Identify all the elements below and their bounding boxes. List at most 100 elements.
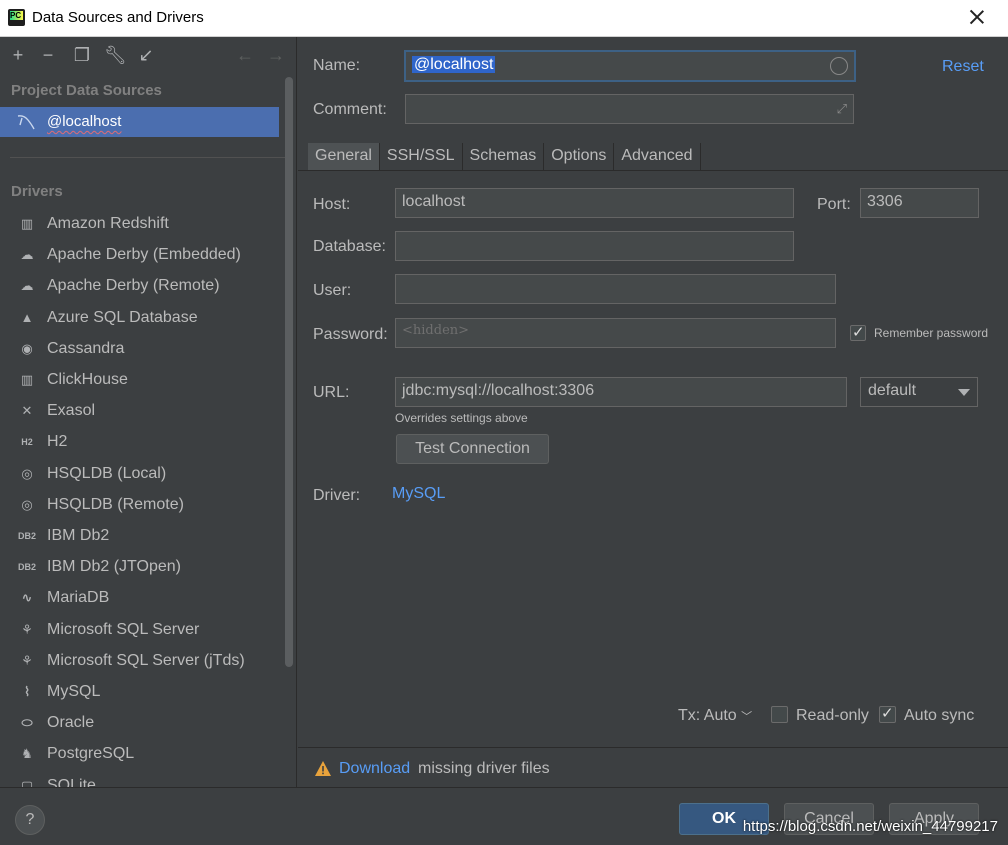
- close-icon[interactable]: [968, 8, 986, 26]
- oracle-icon: ⬭: [21, 715, 33, 731]
- url-mode-dropdown[interactable]: default: [860, 377, 978, 407]
- database-label: Database:: [313, 238, 386, 255]
- derby-icon: ☁: [20, 278, 34, 294]
- clear-circle-icon[interactable]: [830, 57, 848, 75]
- remove-icon[interactable]: −: [38, 45, 58, 65]
- password-field[interactable]: <hidden>: [395, 318, 836, 348]
- url-hint: Overrides settings above: [395, 411, 528, 425]
- driver-item[interactable]: ⚘ Microsoft SQL Server: [0, 615, 280, 645]
- readonly-label: Read-only: [796, 707, 869, 724]
- comment-label: Comment:: [313, 101, 387, 118]
- sqlite-icon: ▢: [20, 777, 34, 787]
- chevron-down-icon: ﹀: [741, 711, 753, 723]
- tx-label: Tx: Auto: [678, 707, 737, 724]
- driver-item[interactable]: ∿ MariaDB: [0, 583, 280, 613]
- host-field[interactable]: localhost: [395, 188, 794, 218]
- driver-item[interactable]: ☁ Apache Derby (Remote): [0, 271, 280, 301]
- help-button[interactable]: ?: [15, 805, 45, 835]
- navigate-icon[interactable]: ↙: [136, 45, 156, 65]
- port-field[interactable]: 3306: [860, 188, 979, 218]
- driver-item[interactable]: ◉ Cassandra: [0, 334, 280, 364]
- driver-item[interactable]: ⬭ Oracle: [0, 708, 280, 738]
- url-label: URL:: [313, 384, 350, 401]
- mssql-icon: ⚘: [21, 621, 33, 637]
- driver-label: ClickHouse: [47, 371, 128, 388]
- hsqldb-icon: ◎: [21, 496, 33, 512]
- driver-label: HSQLDB (Remote): [47, 495, 184, 513]
- cassandra-icon: ◉: [21, 340, 33, 356]
- reset-link[interactable]: Reset: [942, 58, 984, 76]
- expand-icon[interactable]: ⤢: [837, 101, 847, 117]
- url-field[interactable]: jdbc:mysql://localhost:3306: [395, 377, 847, 407]
- forward-arrow-icon[interactable]: →: [266, 45, 286, 65]
- derby-icon: ☁: [20, 247, 34, 263]
- chevron-down-icon: [958, 389, 970, 396]
- driver-label: Cassandra: [47, 339, 125, 357]
- driver-label: SQLite: [47, 776, 96, 787]
- driver-item[interactable]: ⚘ Microsoft SQL Server (jTds): [0, 646, 280, 676]
- duplicate-icon[interactable]: ❐: [72, 45, 92, 65]
- right-panel: Name: @localhost Reset Comment: ⤢ Genera…: [298, 37, 1008, 787]
- warning-text: missing driver files: [418, 760, 550, 777]
- tab-general[interactable]: General: [308, 143, 380, 170]
- tab-options[interactable]: Options: [544, 143, 615, 170]
- driver-label: Driver:: [313, 487, 361, 504]
- driver-link[interactable]: MySQL: [392, 485, 445, 503]
- database-field[interactable]: [395, 231, 794, 261]
- exasol-icon: ✕: [21, 403, 33, 419]
- driver-item[interactable]: ▥ ClickHouse: [0, 365, 280, 395]
- remember-password-checkbox[interactable]: [850, 323, 866, 341]
- ibm-db2-icon: DB2: [17, 531, 36, 541]
- mysql-icon: ⌇: [23, 684, 31, 699]
- driver-item[interactable]: DB2 IBM Db2 (JTOpen): [0, 552, 280, 582]
- autosync-label: Auto sync: [904, 707, 975, 724]
- password-label: Password:: [313, 326, 388, 343]
- url-mode-value: default: [868, 382, 917, 399]
- name-label: Name:: [313, 57, 361, 74]
- driver-item[interactable]: DB2 IBM Db2: [0, 521, 280, 551]
- warning-icon: [315, 761, 331, 776]
- driver-label: HSQLDB (Local): [47, 464, 167, 482]
- wrench-icon[interactable]: 🔧︎: [104, 45, 127, 65]
- driver-label: MariaDB: [47, 589, 110, 607]
- autosync-checkbox[interactable]: [879, 704, 896, 723]
- tab-ssh-ssl[interactable]: SSH/SSL: [379, 143, 463, 170]
- data-source-localhost[interactable]: @localhost: [0, 107, 279, 137]
- tx-mode-dropdown[interactable]: Tx: Auto ﹀: [678, 707, 752, 725]
- sidebar-toolbar: + − ❐ 🔧︎ ↙ ← →: [0, 37, 296, 73]
- driver-item[interactable]: ▢ SQLite: [0, 771, 280, 787]
- driver-label: Apache Derby (Remote): [47, 277, 220, 295]
- driver-item[interactable]: ◎ HSQLDB (Local): [0, 459, 280, 489]
- warning-bar: Download missing driver files: [298, 747, 1008, 787]
- tab-underline: [298, 170, 1008, 171]
- driver-item[interactable]: ☁ Apache Derby (Embedded): [0, 240, 280, 270]
- driver-item[interactable]: ✕ Exasol: [0, 396, 280, 426]
- driver-label: MySQL: [47, 683, 101, 700]
- name-field[interactable]: @localhost: [404, 50, 856, 82]
- port-label: Port:: [817, 196, 851, 213]
- download-link[interactable]: Download: [339, 760, 410, 778]
- driver-item[interactable]: H2 H2: [0, 427, 280, 457]
- add-icon[interactable]: +: [8, 45, 28, 65]
- tab-advanced[interactable]: Advanced: [614, 143, 701, 170]
- tab-schemas[interactable]: Schemas: [462, 143, 545, 170]
- mariadb-icon: ∿: [21, 590, 33, 606]
- comment-field[interactable]: ⤢: [405, 94, 854, 124]
- password-placeholder: <hidden>: [402, 323, 470, 338]
- title-bar: PC Data Sources and Drivers: [0, 0, 1008, 37]
- sidebar-scrollbar[interactable]: [285, 77, 293, 667]
- pycharm-logo-icon: PC: [8, 9, 25, 26]
- driver-item[interactable]: ◎ HSQLDB (Remote): [0, 490, 280, 520]
- mysql-icon: [17, 115, 35, 130]
- driver-item[interactable]: ♞ PostgreSQL: [0, 739, 280, 769]
- data-source-label: @localhost: [47, 113, 122, 130]
- user-field[interactable]: [395, 274, 836, 304]
- driver-item[interactable]: ⌇ MySQL: [0, 677, 280, 707]
- driver-item[interactable]: ▲ Azure SQL Database: [0, 303, 280, 333]
- back-arrow-icon[interactable]: ←: [235, 45, 255, 65]
- divider: [10, 157, 288, 158]
- readonly-checkbox[interactable]: [771, 706, 788, 723]
- test-connection-button[interactable]: Test Connection: [396, 434, 549, 464]
- user-label: User:: [313, 282, 352, 299]
- driver-item[interactable]: ▥ Amazon Redshift: [0, 209, 280, 239]
